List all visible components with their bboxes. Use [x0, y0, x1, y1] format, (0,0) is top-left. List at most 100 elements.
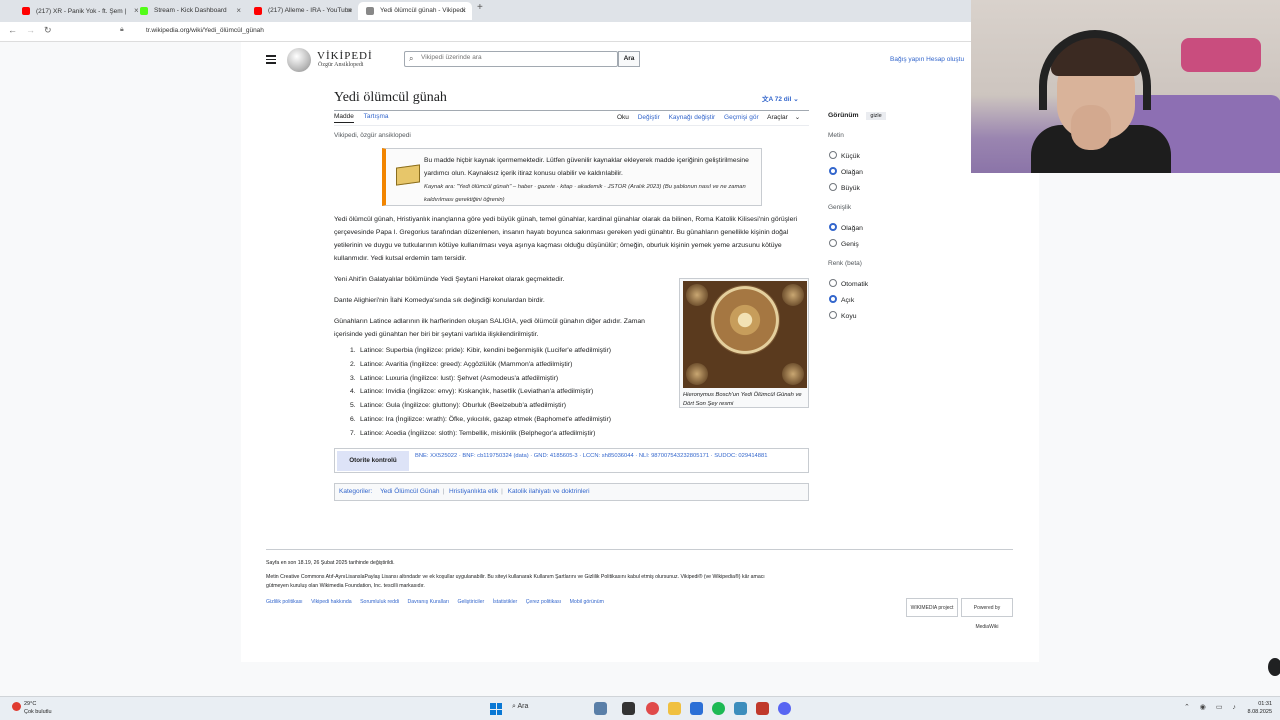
back-icon[interactable]: ← [8, 25, 17, 35]
chevron-down-icon[interactable]: ⌄ [795, 114, 800, 121]
width-label: Genişlik [828, 204, 852, 211]
category-link[interactable]: Hristiyanlıkta etik [449, 488, 498, 495]
browser-tab[interactable]: (217) XR - Panik Yok - ft. Şem | × [14, 2, 145, 20]
tab-article[interactable]: Madde [334, 113, 354, 123]
clock[interactable]: 01:31 8.08.2025 [1242, 700, 1272, 716]
wikipedia-logo-icon[interactable] [287, 48, 311, 72]
title-divider [334, 110, 809, 111]
spotify-icon[interactable] [712, 702, 725, 715]
authority-links[interactable]: BNE: XX525022 · BNF: cb119750324 (data) … [415, 451, 805, 461]
paragraph-saligia: Günahların Latince adlarının ilk harfler… [334, 318, 645, 338]
footer-link[interactable]: Çerez politikası [526, 599, 561, 605]
logo-subtitle: Özgür Ansiklopedi [318, 62, 364, 68]
radio-color-auto[interactable]: Otomatik [829, 279, 868, 288]
radio-width-wide[interactable]: Geniş [829, 239, 859, 248]
tab-bar: (217) XR - Panik Yok - ft. Şem | × Strea… [0, 0, 972, 22]
taskbar: 29°C Çok bulutlu ⌕ Ara ⌃ ◉ ▭ ♪ 01:31 8.0… [0, 696, 1280, 720]
notice-search-links[interactable]: Kaynak ara: "Yedi ölümcül günah" – haber… [424, 181, 754, 207]
tools-menu[interactable]: Araçlar [767, 114, 788, 121]
footer-link[interactable]: İstatistikler [493, 599, 518, 605]
reload-icon[interactable]: ↻ [44, 25, 52, 36]
date: 8.08.2025 [1247, 709, 1272, 715]
menu-icon[interactable] [266, 55, 276, 66]
category-link[interactable]: Katolik ilahiyatı ve doktrinleri [508, 488, 590, 495]
categories-box: Kategoriler: Yedi Ölümcül Günah | Hristiy… [334, 483, 809, 501]
mediawiki-badge[interactable]: Powered by MediaWiki [961, 598, 1013, 630]
tab-title: Stream - Kick Dashboard [154, 7, 227, 14]
kick-icon [140, 7, 148, 15]
radio-color-light[interactable]: Açık [829, 295, 854, 304]
app-icon[interactable] [622, 702, 635, 715]
wikimedia-badge[interactable]: WIKIMEDIA project [906, 598, 958, 617]
list-item: 6. Latince: Ira (İngilizce: wrath): Öfke,… [350, 415, 611, 423]
discord-icon[interactable] [778, 702, 791, 715]
tab-history[interactable]: Geçmişi gör [724, 114, 759, 121]
footer-link[interactable]: Vikipedi hakkında [311, 599, 352, 605]
forward-icon[interactable]: → [26, 25, 35, 35]
paragraph-dante: Dante Alighieri'nin İlahi Komedya'sında … [334, 297, 545, 304]
language-button[interactable]: 文A 72 dil ⌄ [762, 93, 799, 103]
bosch-painting-image[interactable] [683, 281, 807, 388]
authority-label[interactable]: Otorite kontrolü [337, 451, 409, 471]
footer-link[interactable]: Mobil görünüm [570, 599, 604, 605]
top-links[interactable]: Bağış yapın Hesap oluştu [890, 56, 964, 63]
browser-icon[interactable] [690, 702, 703, 715]
weather-widget[interactable]: 29°C Çok bulutlu [12, 700, 52, 716]
taskbar-search[interactable]: ⌕ Ara [512, 703, 528, 711]
footer-link[interactable]: Gizlilik politikası [266, 599, 303, 605]
close-icon[interactable]: × [461, 2, 466, 20]
radio-text-small[interactable]: Küçük [829, 151, 860, 160]
color-label: Renk (beta) [828, 260, 862, 267]
url-field[interactable]: tr.wikipedia.org/wiki/Yedi_ölümcül_günah [146, 27, 264, 34]
appearance-title: Görünüm [828, 112, 859, 119]
categories-label[interactable]: Kategoriler: [339, 488, 372, 495]
close-icon[interactable]: × [236, 2, 241, 20]
search-input[interactable] [421, 54, 611, 61]
browser-tab-active[interactable]: Yedi ölümcül günah - Vikipedi × [358, 2, 472, 20]
tab-edit[interactable]: Değiştir [638, 114, 660, 121]
app-icon[interactable] [756, 702, 769, 715]
footer-license: Metin Creative Commons Atıf-AynıLisansla… [266, 574, 765, 589]
notice-text[interactable]: Bu madde hiçbir kaynak içermemektedir. L… [424, 154, 754, 180]
scroll-button[interactable] [1268, 658, 1280, 676]
search-icon: ⌕ [409, 54, 414, 63]
system-tray[interactable]: ⌃ ◉ ▭ ♪ [1184, 703, 1240, 711]
radio-text-standard[interactable]: Olağan [829, 167, 863, 176]
paragraph-new-testament: Yeni Ahit'in Galatyalılar bölümünde Yedi… [334, 276, 565, 283]
list-item: 4. Latince: Invidia (İngilizce: envy): Kı… [350, 388, 594, 396]
namespace-tabs: Madde Tartışma [334, 113, 397, 123]
radio-width-standard[interactable]: Olağan [829, 223, 863, 232]
search-box[interactable]: ⌕ [404, 51, 618, 67]
list-item: 2. Latince: Avaritia (İngilizce: greed): … [350, 360, 573, 368]
radio-color-dark[interactable]: Koyu [829, 311, 857, 320]
radio-text-large[interactable]: Büyük [829, 183, 860, 192]
new-tab-button[interactable]: + [477, 2, 483, 13]
search-button[interactable]: Ara [618, 51, 640, 67]
lock-icon[interactable]: 🔒︎ [120, 26, 124, 34]
category-link[interactable]: Yedi Ölümcül Günah [380, 488, 439, 495]
task-view-icon[interactable] [594, 702, 607, 715]
windows-start-icon[interactable] [490, 703, 502, 715]
sins-list: 1. Latince: Superbia (İngilizce: pride): … [350, 344, 611, 441]
browser-tab[interactable]: Stream - Kick Dashboard × [132, 2, 247, 20]
tab-read[interactable]: Oku [617, 114, 629, 121]
browser-tab[interactable]: (217) Alleme - IRA - YouTube × [246, 2, 358, 20]
list-item: 3. Latince: Luxuria (İngilizce: lust): Şe… [350, 374, 559, 382]
file-explorer-icon[interactable] [668, 702, 681, 715]
youtube-icon [22, 7, 30, 15]
figure: Hieronymus Bosch'un Yedi Ölümcül Günah v… [679, 278, 809, 408]
webcam-overlay [971, 0, 1280, 173]
footer-link[interactable]: Sorumluluk reddi [360, 599, 399, 605]
opera-icon[interactable] [646, 702, 659, 715]
close-icon[interactable]: × [347, 2, 352, 20]
tab-edit-source[interactable]: Kaynağı değiştir [669, 114, 716, 121]
logo-title[interactable]: VİKİPEDİ [317, 50, 373, 62]
tab-title: (217) XR - Panik Yok - ft. Şem | [36, 8, 127, 15]
tab-talk[interactable]: Tartışma [364, 113, 389, 120]
hide-button[interactable]: gizle [866, 112, 886, 120]
footer-link[interactable]: Davranış Kuralları [407, 599, 449, 605]
app-icon[interactable] [734, 702, 747, 715]
view-tabs: Oku Değiştir Kaynağı değiştir Geçmişi gö… [617, 113, 807, 121]
footer-link[interactable]: Geliştiriciler [457, 599, 484, 605]
tagline: Vikipedi, özgür ansiklopedi [334, 132, 411, 139]
